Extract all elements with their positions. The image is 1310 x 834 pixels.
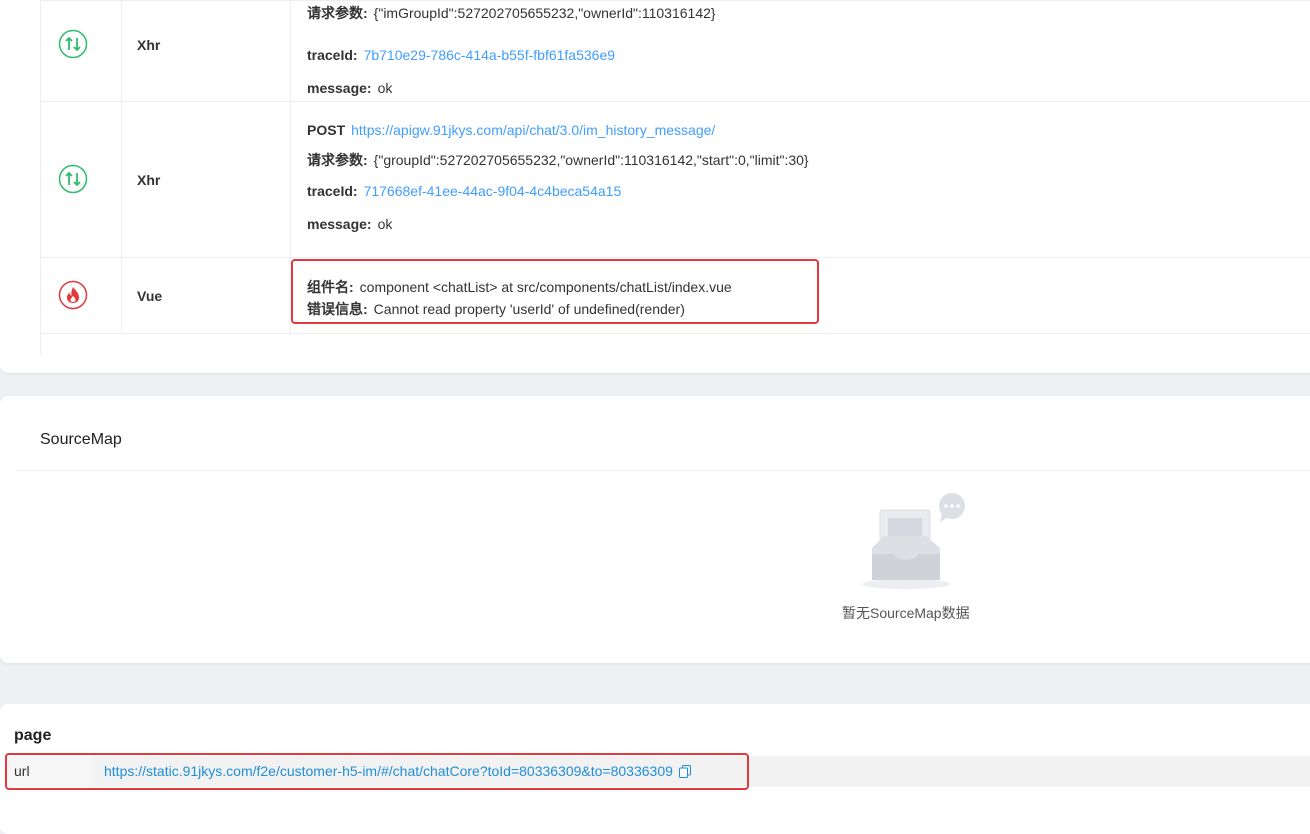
page-section-title: page — [14, 727, 52, 744]
event-type: Vue — [137, 288, 163, 304]
empty-inbox-icon — [862, 493, 965, 589]
request-params: 请求参数: {"imGroupId":527202705655232,"owner… — [307, 5, 716, 21]
url-highlight-box — [5, 753, 749, 790]
request-url: POST https://apigw.91jkys.com/api/chat/3.… — [307, 122, 716, 138]
divider — [16, 470, 1310, 471]
message: message: ok — [307, 80, 393, 96]
xhr-refresh-icon — [58, 164, 88, 194]
trace-id-link[interactable]: 7b710e29-786c-414a-b55f-fbf61fa536e9 — [364, 47, 615, 63]
sourcemap-title: SourceMap — [40, 431, 122, 448]
error-highlight-box — [291, 259, 819, 324]
xhr-refresh-icon — [58, 29, 88, 59]
sourcemap-empty-text: 暂无SourceMap数据 — [842, 605, 970, 621]
table-row: Xhr 请求参数: {"imGroupId":527202705655232,"o… — [41, 0, 1310, 102]
message: message: ok — [307, 216, 393, 232]
fire-error-icon — [58, 280, 88, 310]
table-row: Xhr POST https://apigw.91jkys.com/api/cha… — [41, 102, 1310, 258]
trace-id: traceId: 717668ef-41ee-44ac-9f04-4c4beca5… — [307, 183, 622, 199]
request-url-link[interactable]: https://apigw.91jkys.com/api/chat/3.0/im… — [351, 122, 715, 138]
event-type: Xhr — [137, 37, 161, 53]
trace-id-link[interactable]: 717668ef-41ee-44ac-9f04-4c4beca54a15 — [364, 183, 622, 199]
request-params: 请求参数: {"groupId":527202705655232,"ownerId… — [307, 152, 809, 168]
trace-id: traceId: 7b710e29-786c-414a-b55f-fbf61fa5… — [307, 47, 616, 63]
sourcemap-card: SourceMap 暂无SourceMap数据 — [0, 396, 1310, 663]
event-type: Xhr — [137, 172, 161, 188]
